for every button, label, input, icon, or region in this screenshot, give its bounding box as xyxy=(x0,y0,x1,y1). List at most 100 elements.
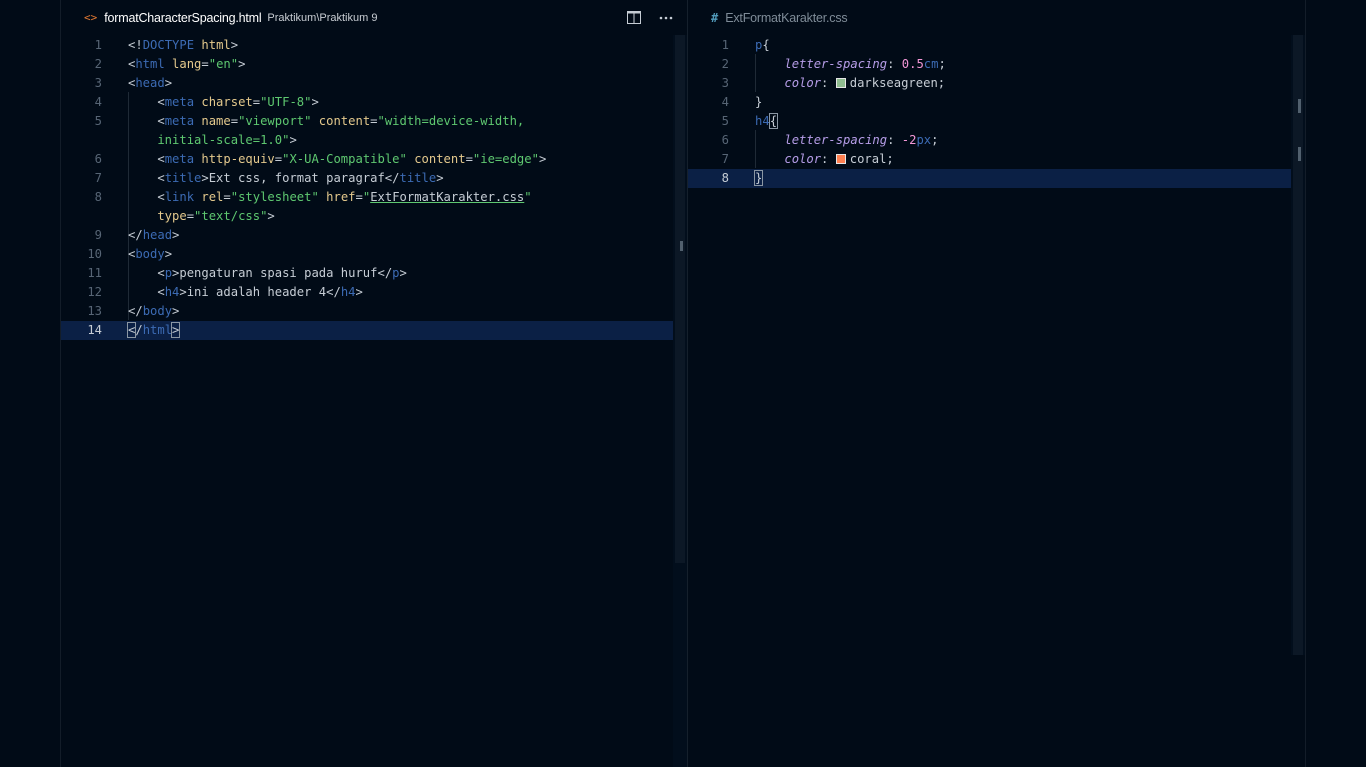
code-line[interactable]: 4 <meta charset="UTF-8"> xyxy=(61,93,673,112)
code-token: { xyxy=(762,38,770,52)
code-line[interactable]: 1 p{ xyxy=(688,36,1291,55)
code-token: = xyxy=(230,114,239,128)
code-token: = xyxy=(355,190,363,204)
code-token: DOCTYPE xyxy=(142,38,195,52)
code-token: lang xyxy=(164,57,202,71)
code-token: : xyxy=(887,133,902,147)
tab-format-character-spacing-html[interactable]: <> formatCharacterSpacing.html Praktikum… xyxy=(61,0,377,35)
line-number: 13 xyxy=(87,304,102,318)
line-number: 6 xyxy=(721,133,729,147)
more-actions-button[interactable] xyxy=(655,7,677,29)
code-line[interactable]: 1 <!DOCTYPE html> xyxy=(61,36,673,55)
code-line[interactable]: initial-scale=1.0"> xyxy=(61,131,673,150)
code-token: = xyxy=(274,152,283,166)
code-line[interactable]: 8} xyxy=(688,169,1291,188)
code-token: </ xyxy=(128,304,143,318)
code-token: < xyxy=(128,190,165,204)
code-token: "width=device-width, xyxy=(377,114,525,128)
code-token: </ xyxy=(128,228,143,242)
more-actions-icon xyxy=(659,16,673,19)
code-token: < xyxy=(128,171,165,185)
code-token: " xyxy=(524,190,532,204)
vertical-scrollbar[interactable] xyxy=(673,35,687,767)
line-number: 1 xyxy=(721,38,729,52)
code-token: > xyxy=(267,209,275,223)
code-line[interactable]: 10 <body> xyxy=(61,245,673,264)
line-number: 3 xyxy=(94,76,102,90)
code-token: > xyxy=(172,304,180,318)
cursor-marker xyxy=(1298,147,1301,161)
line-text: <h4>ini adalah header 4</h4> xyxy=(128,283,363,302)
line-number: 11 xyxy=(87,266,102,280)
code-token: > xyxy=(164,247,173,261)
right-gutter xyxy=(1305,0,1366,767)
tab-ext-format-karakter-css[interactable]: # ExtFormatKarakter.css xyxy=(688,0,848,35)
code-line[interactable]: 6 letter-spacing: -2px; xyxy=(688,131,1291,150)
code-token: meta xyxy=(164,95,195,109)
line-number: 4 xyxy=(94,95,102,109)
code-line[interactable]: 6 <meta http-equiv="X-UA-Compatible" con… xyxy=(61,150,673,169)
line-number: 2 xyxy=(94,57,102,71)
line-number: 2 xyxy=(721,57,729,71)
html-code-icon: <> xyxy=(84,11,98,24)
code-token: < xyxy=(128,114,165,128)
code-line[interactable]: 2 <html lang="en"> xyxy=(61,55,673,74)
split-editor-button[interactable] xyxy=(623,7,645,29)
tab-filename: ExtFormatKarakter.css xyxy=(725,10,848,25)
code-token: "text/css" xyxy=(194,209,268,223)
code-token: < xyxy=(128,266,165,280)
code-token: < xyxy=(128,152,165,166)
code-line[interactable]: 3 color: darkseagreen; xyxy=(688,74,1291,93)
color-swatch[interactable] xyxy=(835,154,846,164)
code-line[interactable]: 2 letter-spacing: 0.5cm; xyxy=(688,55,1291,74)
code-token: html xyxy=(194,38,231,52)
code-token: http-equiv xyxy=(194,152,275,166)
code-line[interactable]: 11 <p>pengaturan spasi pada huruf</p> xyxy=(61,264,673,283)
code-token: ; xyxy=(938,57,946,71)
code-token: -2 xyxy=(901,133,917,147)
code-line[interactable]: 4} xyxy=(688,93,1291,112)
line-text: type="text/css"> xyxy=(128,207,275,226)
scrollbar-thumb[interactable] xyxy=(1293,35,1303,655)
code-line[interactable]: 12 <h4>ini adalah header 4</h4> xyxy=(61,283,673,302)
code-line[interactable]: 9 </head> xyxy=(61,226,673,245)
code-token: ; xyxy=(931,133,939,147)
code-token: rel xyxy=(194,190,224,204)
line-text: <body> xyxy=(128,245,172,264)
code-line[interactable]: 8 <link rel="stylesheet" href="ExtFormat… xyxy=(61,188,673,207)
code-token: > xyxy=(355,285,363,299)
tab-filename: formatCharacterSpacing.html xyxy=(104,10,262,25)
code-line[interactable]: 3 <head> xyxy=(61,74,673,93)
code-line[interactable]: 13 </body> xyxy=(61,302,673,321)
line-text: color: darkseagreen; xyxy=(755,74,945,93)
css-code-editor[interactable]: 1 p{2 letter-spacing: 0.5cm; 3 color: dark… xyxy=(688,35,1305,767)
code-token: h4 xyxy=(164,285,180,299)
code-token: type xyxy=(128,209,187,223)
line-text: </body> xyxy=(128,302,179,321)
code-token: color xyxy=(784,76,822,90)
code-token: "viewport" xyxy=(238,114,312,128)
code-token: } xyxy=(753,170,764,186)
code-token: > xyxy=(436,171,444,185)
code-line[interactable]: 7 <title>Ext css, format paragraf</title… xyxy=(61,169,673,188)
vertical-scrollbar[interactable] xyxy=(1291,35,1305,655)
code-token: "X-UA-Compatible" xyxy=(282,152,407,166)
line-text: <html lang="en"> xyxy=(128,55,245,74)
html-code-editor[interactable]: 1 <!DOCTYPE html> 2 <html lang="en"> 3 <head>… xyxy=(61,35,687,767)
code-token: > xyxy=(538,152,547,166)
line-number: 14 xyxy=(87,323,102,337)
scrollbar-thumb[interactable] xyxy=(675,35,685,563)
code-line[interactable]: type="text/css"> xyxy=(61,207,673,226)
code-line[interactable]: 5 h4{ xyxy=(688,112,1291,131)
code-token: letter-spacing xyxy=(784,133,888,147)
code-token: body xyxy=(142,304,173,318)
code-line[interactable]: 14 </html> xyxy=(61,321,673,340)
code-line[interactable]: 7 color: coral; xyxy=(688,150,1291,169)
color-swatch[interactable] xyxy=(835,78,846,88)
cursor-marker xyxy=(680,241,683,251)
css-editor-group: # ExtFormatKarakter.css 1 p{2 letter-spac… xyxy=(688,0,1305,767)
code-token: > xyxy=(289,133,297,147)
code-line[interactable]: 5 <meta name="viewport" content="width=d… xyxy=(61,112,673,131)
code-token: = xyxy=(201,57,209,71)
